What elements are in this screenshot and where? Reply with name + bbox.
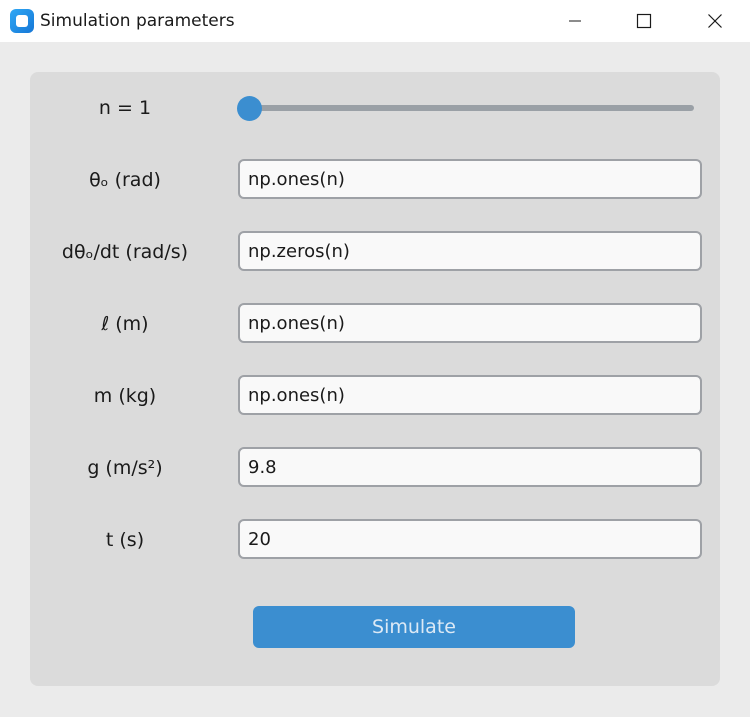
mass-input[interactable] <box>238 375 702 415</box>
minimize-button[interactable] <box>552 0 598 42</box>
theta0-label: θₒ (rad) <box>89 169 161 191</box>
mass-label: m (kg) <box>93 385 157 407</box>
n-slider-thumb[interactable] <box>237 96 262 121</box>
gravity-label: g (m/s²) <box>87 457 163 479</box>
gravity-input[interactable] <box>238 447 702 487</box>
length-input[interactable] <box>238 303 702 343</box>
time-input[interactable] <box>238 519 702 559</box>
parameters-panel: n = 1 θₒ (rad) dθₒ/dt (rad/s) ℓ (m) m (k… <box>30 72 720 686</box>
close-button[interactable] <box>692 0 738 42</box>
simulate-button[interactable]: Simulate <box>253 606 575 648</box>
window-title: Simulation parameters <box>40 11 235 31</box>
dtheta0-input[interactable] <box>238 231 702 271</box>
theta0-input[interactable] <box>238 159 702 199</box>
time-label: t (s) <box>105 529 145 551</box>
dtheta0-label: dθₒ/dt (rad/s) <box>61 241 189 263</box>
maximize-icon <box>636 13 652 29</box>
app-icon <box>10 9 34 33</box>
minimize-icon <box>569 20 581 22</box>
n-slider-label: n = 1 <box>98 97 152 119</box>
length-label: ℓ (m) <box>101 313 149 335</box>
maximize-button[interactable] <box>621 0 667 42</box>
n-slider-track[interactable] <box>250 105 694 111</box>
title-bar: Simulation parameters <box>0 0 750 42</box>
close-icon <box>708 14 722 28</box>
